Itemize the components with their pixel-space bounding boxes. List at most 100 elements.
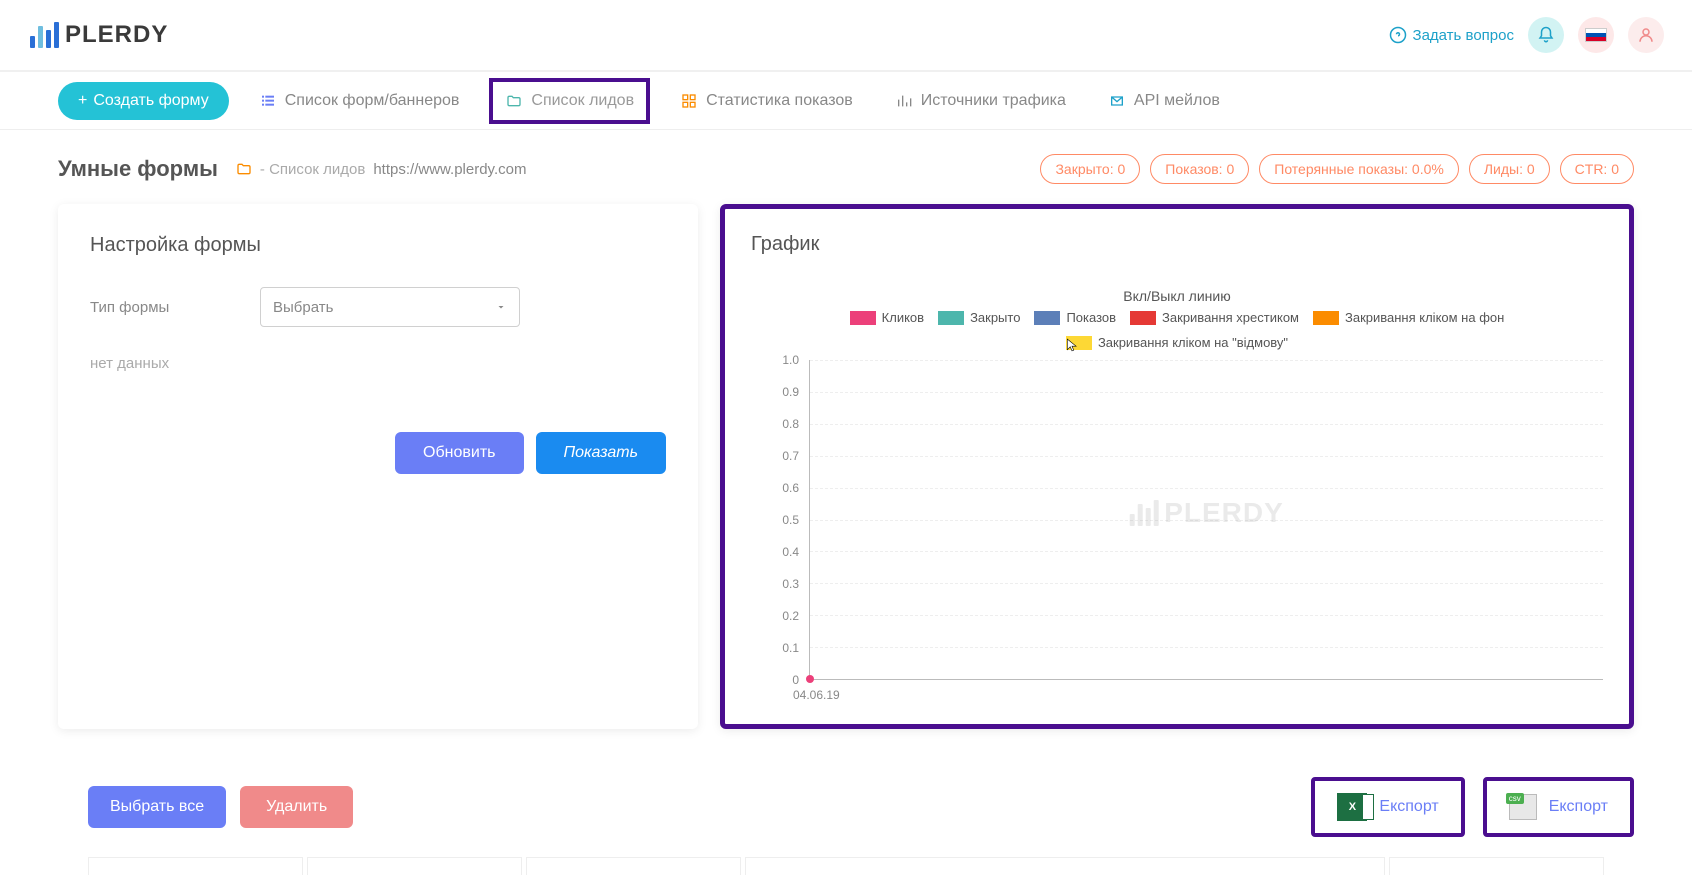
language-button[interactable] [1578, 17, 1614, 53]
select-value: Выбрать [273, 299, 333, 316]
tab-stats-label: Статистика показов [706, 92, 853, 110]
header-actions: Задать вопрос [1389, 17, 1664, 53]
x-tick-0: 04.06.19 [793, 688, 840, 702]
question-icon [1389, 26, 1407, 44]
delete-button[interactable]: Удалить [240, 786, 353, 828]
ask-question-link[interactable]: Задать вопрос [1389, 26, 1514, 44]
folder-small-icon [236, 161, 252, 177]
y-tick: 0.5 [782, 513, 799, 527]
legend-close-x-label: Закривання хрестиком [1162, 310, 1299, 325]
bell-icon [1537, 26, 1555, 44]
create-form-label: Создать форму [93, 92, 208, 110]
notifications-button[interactable] [1528, 17, 1564, 53]
flag-ru-icon [1585, 28, 1607, 42]
tab-leads-list-label: Список лидов [531, 92, 634, 110]
legend-closed-label: Закрыто [970, 310, 1020, 325]
legend-row-2: Закривання кліком на "відмову" [751, 335, 1603, 350]
chevron-down-icon [495, 301, 507, 313]
excel-icon: X [1337, 793, 1367, 821]
pill-shows: Показов: 0 [1150, 154, 1249, 184]
legend-close-cancel-label: Закривання кліком на "відмову" [1098, 335, 1288, 350]
y-tick: 0.6 [782, 481, 799, 495]
tab-forms-list-label: Список форм/баннеров [285, 92, 460, 110]
legend-shows-label: Показов [1066, 310, 1116, 325]
breadcrumb: - Список лидов https://www.plerdy.com [236, 161, 527, 178]
settings-panel: Настройка формы Тип формы Выбрать нет да… [58, 204, 698, 729]
legend-clicks[interactable]: Кликов [850, 310, 924, 325]
bars-icon [895, 92, 913, 110]
pill-leads: Лиды: 0 [1469, 154, 1550, 184]
form-type-label: Тип формы [90, 299, 210, 316]
select-all-button[interactable]: Выбрать все [88, 786, 226, 828]
swatch-closedks [938, 311, 964, 325]
user-icon [1637, 26, 1655, 44]
show-button[interactable]: Показать [536, 432, 667, 474]
breadcrumb-url: https://www.plerdy.com [373, 161, 526, 178]
tab-traffic-sources-label: Источники трафика [921, 92, 1066, 110]
page-header-left: Умные формы - Список лидов https://www.p… [58, 156, 526, 182]
legend-close-bg[interactable]: Закривання кліком на фон [1313, 310, 1504, 325]
chart-area: 1.0 0.9 0.8 0.7 0.6 0.5 0.4 0.3 0.2 0.1 … [775, 360, 1603, 700]
tab-api-mail[interactable]: API мейлов [1096, 82, 1232, 120]
chart-legend: Вкл/Выкл линию Кликов Закрыто Показов За… [751, 288, 1603, 350]
export-excel-label: Експорт [1379, 798, 1438, 816]
list-icon [259, 92, 277, 110]
swatch-clicks [850, 311, 876, 325]
legend-toggle-label: Вкл/Выкл линию [751, 288, 1603, 304]
bottom-row: Выбрать все Удалить X Експорт Експорт [0, 729, 1692, 837]
main-columns: Настройка формы Тип формы Выбрать нет да… [0, 196, 1692, 729]
tab-stats[interactable]: Статистика показов [668, 82, 865, 120]
y-tick: 0.2 [782, 609, 799, 623]
legend-row-1: Кликов Закрыто Показов Закривання хрести… [751, 310, 1603, 325]
export-csv-button[interactable]: Експорт [1483, 777, 1634, 837]
swatch-close-bg [1313, 311, 1339, 325]
create-form-button[interactable]: + Создать форму [58, 82, 229, 120]
brand-logo[interactable]: PLERDY [30, 21, 168, 49]
y-tick: 1.0 [782, 353, 799, 367]
no-data-text: нет данных [90, 355, 666, 372]
y-tick: 0.9 [782, 385, 799, 399]
bottom-right-exports: X Експорт Експорт [1311, 777, 1634, 837]
table-header-placeholder [0, 837, 1692, 875]
legend-close-cancel[interactable]: Закривання кліком на "відмову" [1066, 335, 1288, 350]
csv-icon [1509, 794, 1537, 820]
y-tick: 0.1 [782, 641, 799, 655]
y-tick: 0.8 [782, 417, 799, 431]
swatch-shows [1034, 311, 1060, 325]
form-type-select[interactable]: Выбрать [260, 287, 520, 327]
folder-icon [505, 92, 523, 110]
tabs-row: + Создать форму Список форм/баннеров Спи… [0, 72, 1692, 130]
y-tick: 0.7 [782, 449, 799, 463]
app-header: PLERDY Задать вопрос [0, 0, 1692, 72]
export-excel-button[interactable]: X Експорт [1311, 777, 1464, 837]
tab-leads-list[interactable]: Список лидов [489, 78, 650, 124]
form-type-row: Тип формы Выбрать [90, 287, 666, 327]
chart-title: График [751, 233, 1603, 256]
legend-close-bg-label: Закривання кліком на фон [1345, 310, 1504, 325]
legend-shows[interactable]: Показов [1034, 310, 1116, 325]
tab-traffic-sources[interactable]: Источники трафика [883, 82, 1078, 120]
plus-icon: + [78, 92, 87, 110]
update-button[interactable]: Обновить [395, 432, 523, 474]
legend-clicks-label: Кликов [882, 310, 924, 325]
chart-plot: PLERDY [809, 360, 1603, 680]
y-tick: 0.3 [782, 577, 799, 591]
tab-forms-list[interactable]: Список форм/баннеров [247, 82, 472, 120]
user-button[interactable] [1628, 17, 1664, 53]
logo-bars-icon [30, 22, 59, 48]
brand-text: PLERDY [65, 21, 168, 49]
legend-close-x[interactable]: Закривання хрестиком [1130, 310, 1299, 325]
page-title: Умные формы [58, 156, 218, 182]
export-csv-label: Експорт [1549, 798, 1608, 816]
swatch-close-cancel [1066, 336, 1092, 350]
bottom-left-actions: Выбрать все Удалить [88, 786, 353, 828]
grid-icon [680, 92, 698, 110]
settings-buttons: Обновить Показать [90, 432, 666, 474]
legend-closed[interactable]: Закрыто [938, 310, 1020, 325]
tab-api-mail-label: API мейлов [1134, 92, 1220, 110]
watermark-text: PLERDY [1164, 497, 1284, 529]
breadcrumb-leads: - Список лидов [260, 161, 365, 178]
swatch-close-x [1130, 311, 1156, 325]
pill-lost-shows: Потерянные показы: 0.0% [1259, 154, 1459, 184]
page-header-row: Умные формы - Список лидов https://www.p… [0, 130, 1692, 196]
